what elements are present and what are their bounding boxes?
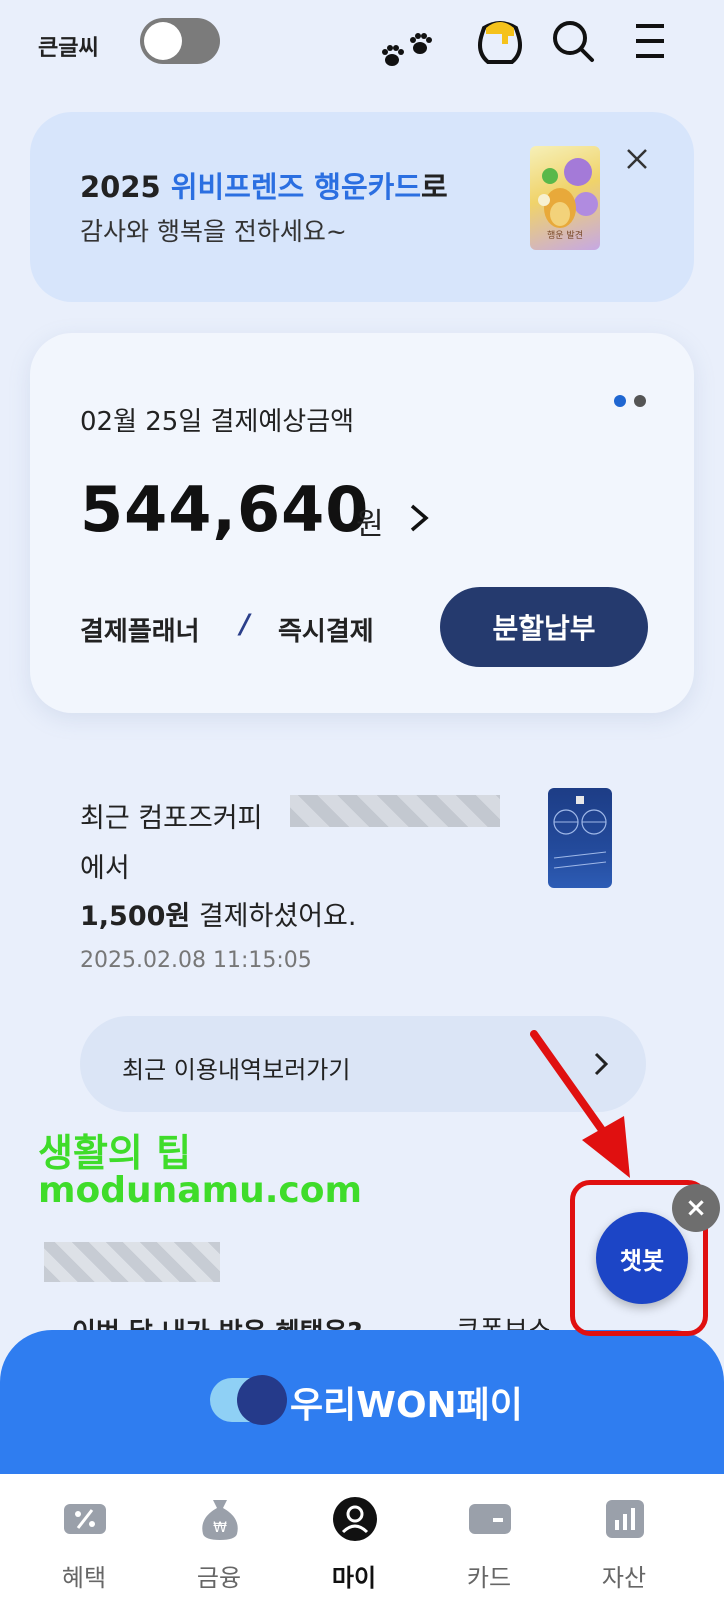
nav-label: 자산 — [601, 1564, 647, 1592]
page-dot — [634, 395, 646, 407]
credit-card-image — [548, 788, 612, 888]
card-icon — [469, 1504, 511, 1534]
banner-title-highlight: 위비프렌즈 행운카드 — [170, 170, 422, 204]
paw-icon[interactable] — [380, 30, 440, 74]
big-font-label: 큰글씨 — [38, 36, 99, 61]
watermark-title: 생활의 팁 — [38, 1131, 192, 1175]
nav-label: 카드 — [466, 1564, 512, 1592]
nav-item-benefits[interactable]: 혜택 — [24, 1474, 144, 1600]
chevron-right-icon[interactable] — [406, 501, 432, 535]
recent-amount-line: 1,500원 결제하셨어요. — [80, 894, 356, 933]
instant-payment-link[interactable]: 즉시결제 — [278, 611, 374, 648]
benefit-icon — [64, 1504, 106, 1534]
recent-amount: 1,500원 — [80, 901, 191, 932]
payment-date-label: 02월 25일 결제예상금액 — [80, 407, 355, 437]
watermark-url: modunamu.com — [38, 1170, 362, 1211]
top-bar: 큰글씨 — [0, 0, 724, 90]
banner-title-suffix: 로 — [421, 170, 448, 204]
big-font-toggle[interactable] — [140, 18, 220, 64]
chatbot-close-button[interactable]: × — [672, 1184, 720, 1232]
money-bag-icon: ₩ — [202, 1500, 238, 1540]
honey-pot-icon[interactable] — [474, 12, 526, 66]
bottom-nav: 혜택 ₩ 금융 마이 카드 자산 — [0, 1474, 724, 1600]
won-pay-bar[interactable]: 우리WON페이 — [0, 1330, 724, 1474]
payment-planner-link[interactable]: 결제플래너 — [80, 611, 200, 648]
payment-amount[interactable]: 544,640 — [80, 473, 369, 546]
banner-subtitle: 감사와 행복을 전하세요~ — [80, 217, 347, 246]
promo-banner[interactable]: 2025 위비프렌즈 행운카드로 감사와 행복을 전하세요~ 행운 발견 — [30, 112, 694, 302]
chatbot-button[interactable]: 챗봇 — [596, 1212, 688, 1304]
payment-unit: 원 — [356, 507, 384, 542]
installment-button[interactable]: 분할납부 — [440, 587, 648, 667]
page-indicator — [614, 395, 648, 407]
recent-history-label: 최근 이용내역보러가기 — [122, 1056, 351, 1084]
recent-amount-rest: 결제하셨어요. — [190, 901, 357, 932]
toggle-knob — [144, 22, 182, 60]
payment-summary-card: 02월 25일 결제예상금액 544,640 원 결제플래너 / 즉시결제 분할… — [30, 333, 694, 713]
nav-item-finance[interactable]: ₩ 금융 — [159, 1474, 279, 1600]
close-icon[interactable] — [624, 146, 650, 172]
nav-label: 마이 — [331, 1564, 377, 1592]
divider-slash: / — [240, 609, 250, 640]
lucky-card-art-text: 행운 발견 — [547, 229, 583, 241]
banner-title: 2025 위비프렌즈 행운카드로 — [80, 164, 448, 206]
red-arrow-annotation — [530, 1030, 630, 1178]
coupon-box-link[interactable]: 쿠폰보스 — [456, 1310, 552, 1332]
search-icon[interactable] — [550, 18, 596, 64]
menu-icon[interactable] — [632, 22, 668, 60]
recent-merchant-suffix: 에서 — [80, 853, 130, 884]
nav-label: 금융 — [196, 1564, 242, 1592]
recent-merchant: 최근 컴포즈커피 — [80, 803, 263, 834]
masked-text — [44, 1242, 220, 1282]
svg-text:₩: ₩ — [213, 1520, 227, 1536]
nav-item-my[interactable]: 마이 — [294, 1474, 414, 1600]
nav-label: 혜택 — [61, 1564, 107, 1592]
banner-title-prefix: 2025 — [80, 170, 171, 204]
lucky-card-image: 행운 발견 — [530, 146, 600, 250]
nav-item-assets[interactable]: 자산 — [564, 1474, 684, 1600]
benefit-question: 이번 달 내가 받은 혜택은? — [72, 1312, 363, 1332]
masked-text — [290, 795, 500, 827]
won-pay-label: 우리WON페이 — [290, 1385, 523, 1426]
nav-item-card[interactable]: 카드 — [429, 1474, 549, 1600]
chart-icon — [606, 1500, 644, 1538]
user-icon — [333, 1497, 377, 1541]
page-dot-active — [614, 395, 626, 407]
recent-timestamp: 2025.02.08 11:15:05 — [80, 948, 312, 973]
